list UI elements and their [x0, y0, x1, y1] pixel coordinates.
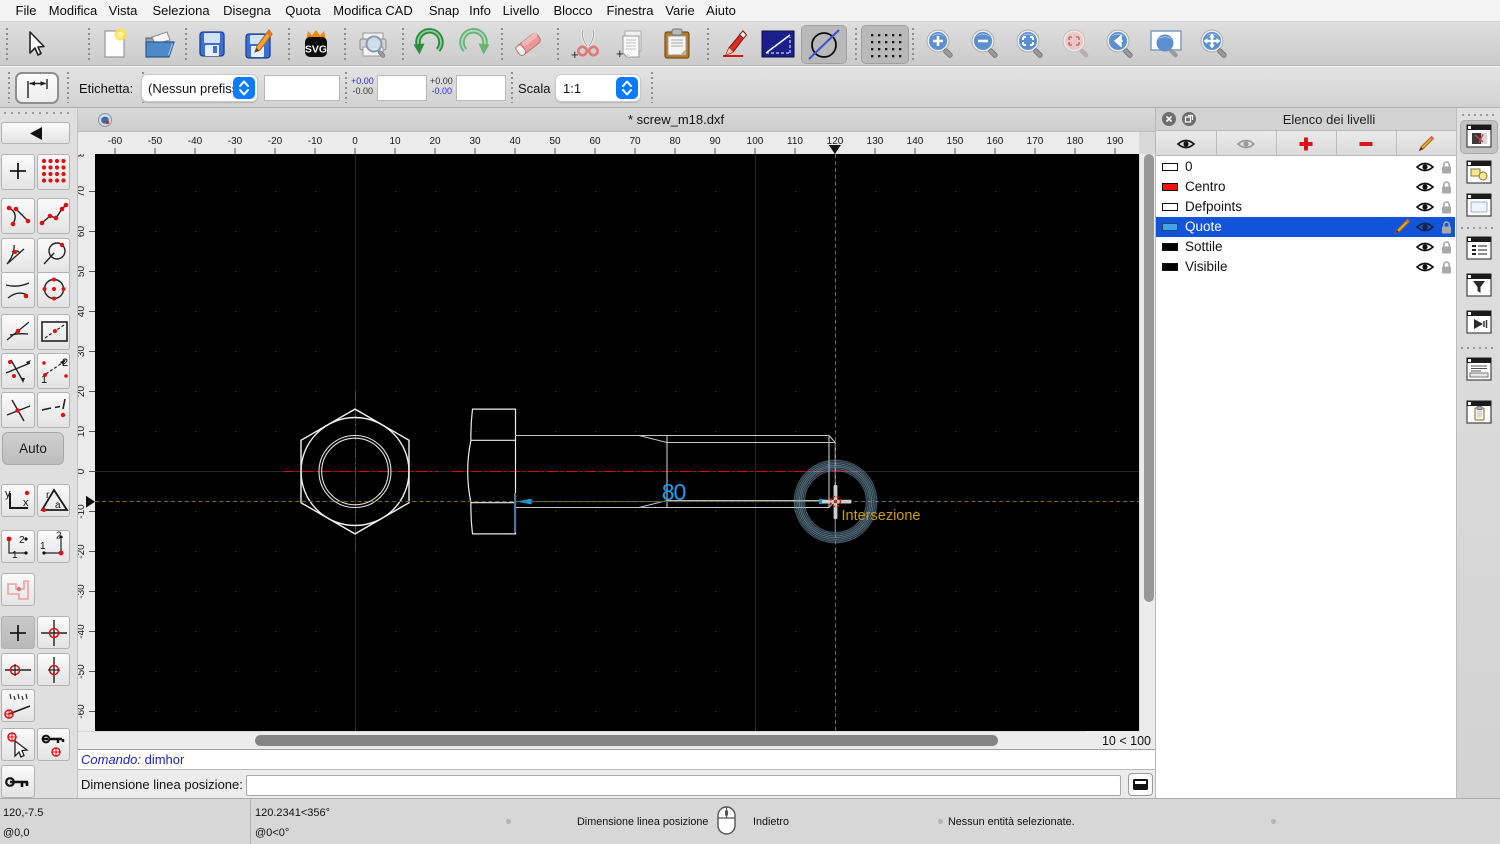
svg-text:x: x: [23, 497, 29, 509]
svg-text:SVG: SVG: [305, 44, 327, 56]
svg-text:2: 2: [19, 535, 25, 546]
svg-text:190: 190: [1107, 136, 1124, 147]
svg-text:60: 60: [589, 136, 601, 147]
svg-text:-30: -30: [78, 584, 87, 599]
svg-text:y: y: [5, 488, 11, 500]
svg-text:-60: -60: [108, 136, 123, 147]
svg-text:50: 50: [78, 266, 87, 278]
svg-text:30: 30: [78, 346, 87, 358]
svg-text:-40: -40: [78, 624, 87, 639]
svg-text:40: 40: [78, 306, 87, 318]
svg-text:+: +: [616, 46, 624, 61]
svg-text:80: 80: [669, 136, 681, 147]
svg-text:130: 130: [867, 136, 884, 147]
svg-text:10: 10: [389, 136, 401, 147]
svg-text:50: 50: [549, 136, 561, 147]
svg-text:-60: -60: [78, 704, 87, 719]
svg-text:a: a: [55, 500, 61, 511]
svg-text:80: 80: [78, 154, 87, 157]
svg-text:60: 60: [78, 226, 87, 238]
svg-text:-10: -10: [78, 504, 87, 519]
svg-text:-50: -50: [148, 136, 163, 147]
svg-text:160: 160: [987, 136, 1004, 147]
svg-text:40: 40: [509, 136, 521, 147]
svg-text:180: 180: [1067, 136, 1084, 147]
svg-text:-40: -40: [188, 136, 203, 147]
svg-text:1: 1: [40, 541, 46, 552]
svg-text:20: 20: [78, 386, 87, 398]
svg-text:150: 150: [947, 136, 964, 147]
svg-text:30: 30: [469, 136, 481, 147]
svg-text:10: 10: [78, 426, 87, 438]
svg-text:-50: -50: [78, 664, 87, 679]
svg-text:-20: -20: [268, 136, 283, 147]
svg-text:170: 170: [1027, 136, 1044, 147]
svg-text:140: 140: [907, 136, 924, 147]
svg-text:Intersezione: Intersezione: [842, 508, 921, 524]
svg-text:110: 110: [787, 136, 803, 147]
svg-text:0: 0: [78, 468, 87, 474]
svg-text:0: 0: [352, 136, 358, 147]
svg-text:70: 70: [78, 186, 87, 198]
svg-text:90: 90: [709, 136, 721, 147]
svg-text:-10: -10: [308, 136, 323, 147]
svg-text:20: 20: [429, 136, 441, 147]
svg-text:-30: -30: [228, 136, 243, 147]
svg-text:-20: -20: [78, 544, 87, 559]
svg-text:1: 1: [12, 550, 18, 561]
svg-text:100: 100: [747, 136, 764, 147]
svg-text:70: 70: [629, 136, 641, 147]
